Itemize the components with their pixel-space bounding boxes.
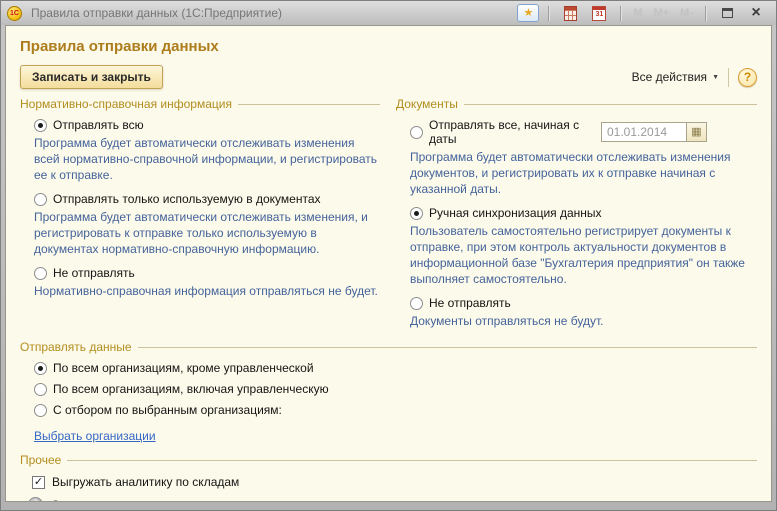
radio-nsi-dont-send[interactable]: [34, 267, 47, 280]
radio-label[interactable]: По всем организациям, включая управленче…: [53, 382, 329, 396]
radio-row-docs-dont-send[interactable]: Не отправлять: [410, 296, 757, 310]
titlebar: 1С Правила отправки данных (1С:Предприят…: [1, 1, 776, 25]
toolbar: Записать и закрыть Все действия ▼ ?: [20, 65, 757, 89]
group-documents: Документы Отправлять все, начиная с даты…: [396, 97, 757, 338]
radio-label[interactable]: С отбором по выбранным организациям:: [53, 403, 282, 417]
help-button[interactable]: ?: [738, 68, 757, 87]
radio-row-docs-manual-sync[interactable]: Ручная синхронизация данных: [410, 206, 757, 220]
help-icon: ?: [744, 70, 751, 84]
memory-m-minus-button[interactable]: М-: [677, 7, 696, 19]
page-title: Правила отправки данных: [20, 38, 757, 55]
group-other-title: Прочее: [20, 453, 757, 467]
radio-label[interactable]: Не отправлять: [53, 266, 135, 280]
calendar-button[interactable]: 31: [587, 4, 611, 22]
option-description: Документы отправляться не будут.: [410, 313, 757, 329]
radio-row-docs-send-from-date[interactable]: Отправлять все, начиная с даты ▦: [410, 118, 757, 146]
radio-row-nsi-send-all[interactable]: Отправлять всю: [34, 118, 380, 132]
date-picker-button[interactable]: ▦: [687, 122, 707, 142]
close-button[interactable]: ×: [744, 4, 768, 22]
radio-label[interactable]: По всем организациям, кроме управленческ…: [53, 361, 314, 375]
radio-row-nsi-dont-send[interactable]: Не отправлять: [34, 266, 380, 280]
radio-docs-manual-sync[interactable]: [410, 207, 423, 220]
radio-all-orgs-incl-mgmt[interactable]: [34, 383, 47, 396]
radio-docs-send-from-date[interactable]: [410, 126, 423, 139]
radio-row-nsi-used-only[interactable]: Отправлять только используемую в докумен…: [34, 192, 380, 206]
form-content: Правила отправки данных Записать и закры…: [5, 25, 772, 502]
titlebar-separator: [548, 6, 549, 21]
group-other: Прочее ✓ Выгружать аналитику по складам …: [20, 453, 757, 502]
radio-nsi-send-all[interactable]: [34, 119, 47, 132]
save-and-close-button[interactable]: Записать и закрыть: [20, 65, 163, 89]
favorites-button[interactable]: ★: [517, 4, 539, 22]
app-window: 1С Правила отправки данных (1С:Предприят…: [0, 0, 777, 511]
option-description: Пользователь самостоятельно регистрирует…: [410, 223, 757, 287]
radio-label[interactable]: Не отправлять: [429, 296, 511, 310]
checkbox-label[interactable]: Выгружать аналитику по складам: [52, 475, 239, 489]
chevron-down-icon: ▼: [712, 74, 719, 81]
two-column-area: Нормативно-справочная информация Отправл…: [20, 97, 757, 338]
all-actions-button[interactable]: Все действия ▼: [632, 70, 719, 84]
group-send-data: Отправлять данные По всем организациям, …: [20, 340, 757, 451]
radio-row-selected-orgs[interactable]: С отбором по выбранным организациям:: [34, 403, 757, 417]
date-field-group: ▦: [601, 122, 707, 142]
calculator-icon: [564, 6, 577, 21]
start-date-input[interactable]: [601, 122, 687, 142]
close-icon: ×: [751, 5, 760, 21]
toolbar-separator: [728, 68, 729, 87]
info-row: i Ограничить изменение данных можно с по…: [28, 497, 757, 502]
option-description: Программа будет автоматически отслеживат…: [34, 135, 380, 183]
1c-app-icon: 1С: [7, 6, 22, 21]
option-description: Нормативно-справочная информация отправл…: [34, 283, 380, 299]
export-analytics-checkbox[interactable]: ✓: [32, 476, 45, 489]
radio-nsi-used-only[interactable]: [34, 193, 47, 206]
radio-label[interactable]: Отправлять только используемую в докумен…: [53, 192, 321, 206]
group-nsi: Нормативно-справочная информация Отправл…: [20, 97, 380, 338]
option-description: Программа будет автоматически отслеживат…: [34, 209, 380, 257]
option-description: Программа будет автоматически отслеживат…: [410, 149, 757, 197]
radio-label[interactable]: Ручная синхронизация данных: [429, 206, 602, 220]
check-icon: ✓: [34, 477, 43, 488]
radio-row-all-orgs-except-mgmt[interactable]: По всем организациям, кроме управленческ…: [34, 361, 757, 375]
radio-label[interactable]: Отправлять всю: [53, 118, 144, 132]
maximize-button[interactable]: [715, 4, 739, 22]
memory-m-button[interactable]: М: [630, 7, 645, 19]
calculator-button[interactable]: [558, 4, 582, 22]
info-icon: i: [28, 497, 43, 502]
group-documents-title: Документы: [396, 97, 757, 111]
radio-row-all-orgs-incl-mgmt[interactable]: По всем организациям, включая управленче…: [34, 382, 757, 396]
select-organizations-link[interactable]: Выбрать организации: [34, 429, 156, 443]
radio-label[interactable]: Отправлять все, начиная с даты: [429, 118, 595, 146]
star-icon: ★: [523, 8, 533, 19]
window-title: Правила отправки данных (1С:Предприятие): [31, 6, 512, 20]
maximize-icon: [722, 8, 733, 18]
info-text: Ограничить изменение данных можно с помо…: [51, 498, 564, 503]
group-send-data-title: Отправлять данные: [20, 340, 757, 354]
titlebar-separator: [705, 6, 706, 21]
radio-all-orgs-except-mgmt[interactable]: [34, 362, 47, 375]
all-actions-label: Все действия: [632, 70, 707, 84]
calendar-icon: 31: [592, 6, 606, 21]
date-picker-icon: ▦: [691, 127, 701, 138]
group-nsi-title: Нормативно-справочная информация: [20, 97, 380, 111]
memory-m-plus-button[interactable]: М+: [651, 7, 673, 19]
radio-selected-orgs[interactable]: [34, 404, 47, 417]
titlebar-separator: [620, 6, 621, 21]
radio-docs-dont-send[interactable]: [410, 297, 423, 310]
checkbox-row-export-analytics[interactable]: ✓ Выгружать аналитику по складам: [32, 475, 757, 489]
